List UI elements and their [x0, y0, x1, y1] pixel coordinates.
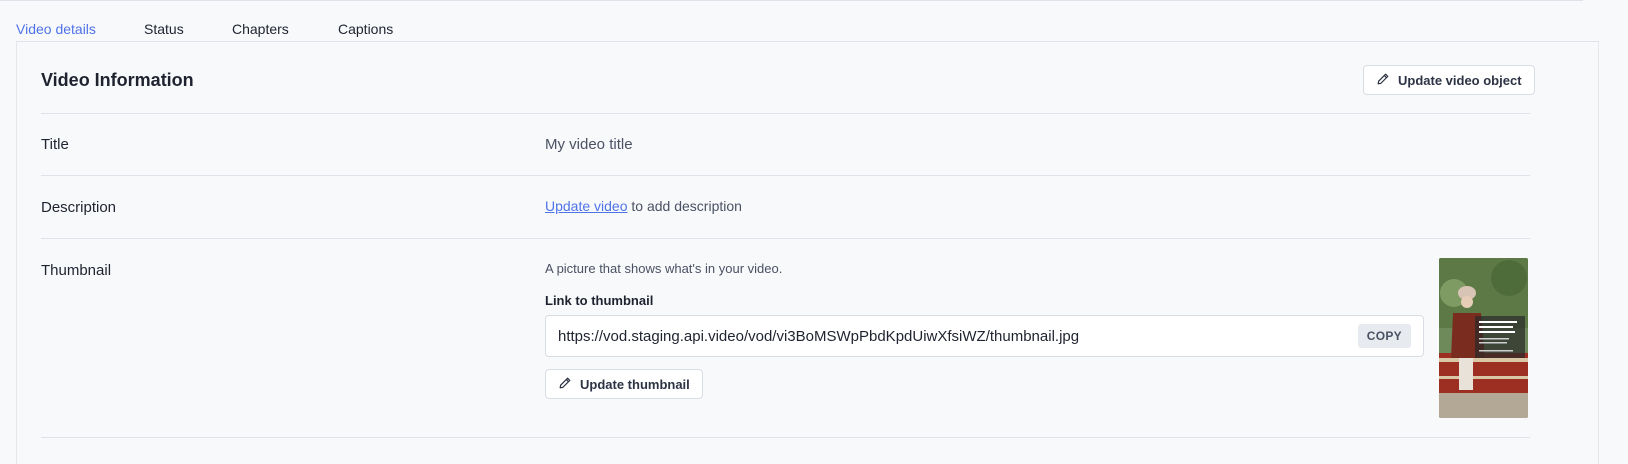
section-title: Video Information	[41, 70, 194, 90]
pencil-icon	[558, 376, 572, 393]
update-thumbnail-button[interactable]: Update thumbnail	[545, 369, 703, 399]
update-video-object-button[interactable]: Update video object	[1363, 65, 1535, 95]
update-thumbnail-label: Update thumbnail	[580, 376, 690, 392]
thumbnail-label: Thumbnail	[41, 262, 112, 279]
tab-bar: Video details Status Chapters Captions	[16, 0, 1599, 47]
thumbnail-url-input[interactable]	[558, 327, 1358, 345]
copy-button[interactable]: COPY	[1357, 324, 1411, 348]
row-divider	[41, 238, 1530, 239]
update-video-object-label: Update video object	[1398, 72, 1522, 88]
row-divider	[41, 113, 1530, 114]
row-divider	[41, 175, 1530, 176]
thumbnail-image	[1439, 258, 1528, 418]
link-to-thumbnail-label: Link to thumbnail	[545, 293, 654, 308]
thumbnail-hint: A picture that shows what's in your vide…	[545, 261, 783, 276]
row-divider	[41, 437, 1530, 438]
update-video-link[interactable]: Update video	[545, 198, 628, 214]
description-value: Update video to add description	[545, 198, 742, 214]
title-label: Title	[41, 136, 69, 153]
pencil-icon	[1376, 72, 1390, 89]
description-label: Description	[41, 199, 117, 216]
video-information-panel: Video Information Update video object Ti…	[16, 42, 1599, 464]
thumbnail-url-field: COPY	[545, 315, 1424, 357]
title-value: My video title	[545, 136, 633, 153]
description-suffix: to add description	[627, 198, 742, 214]
